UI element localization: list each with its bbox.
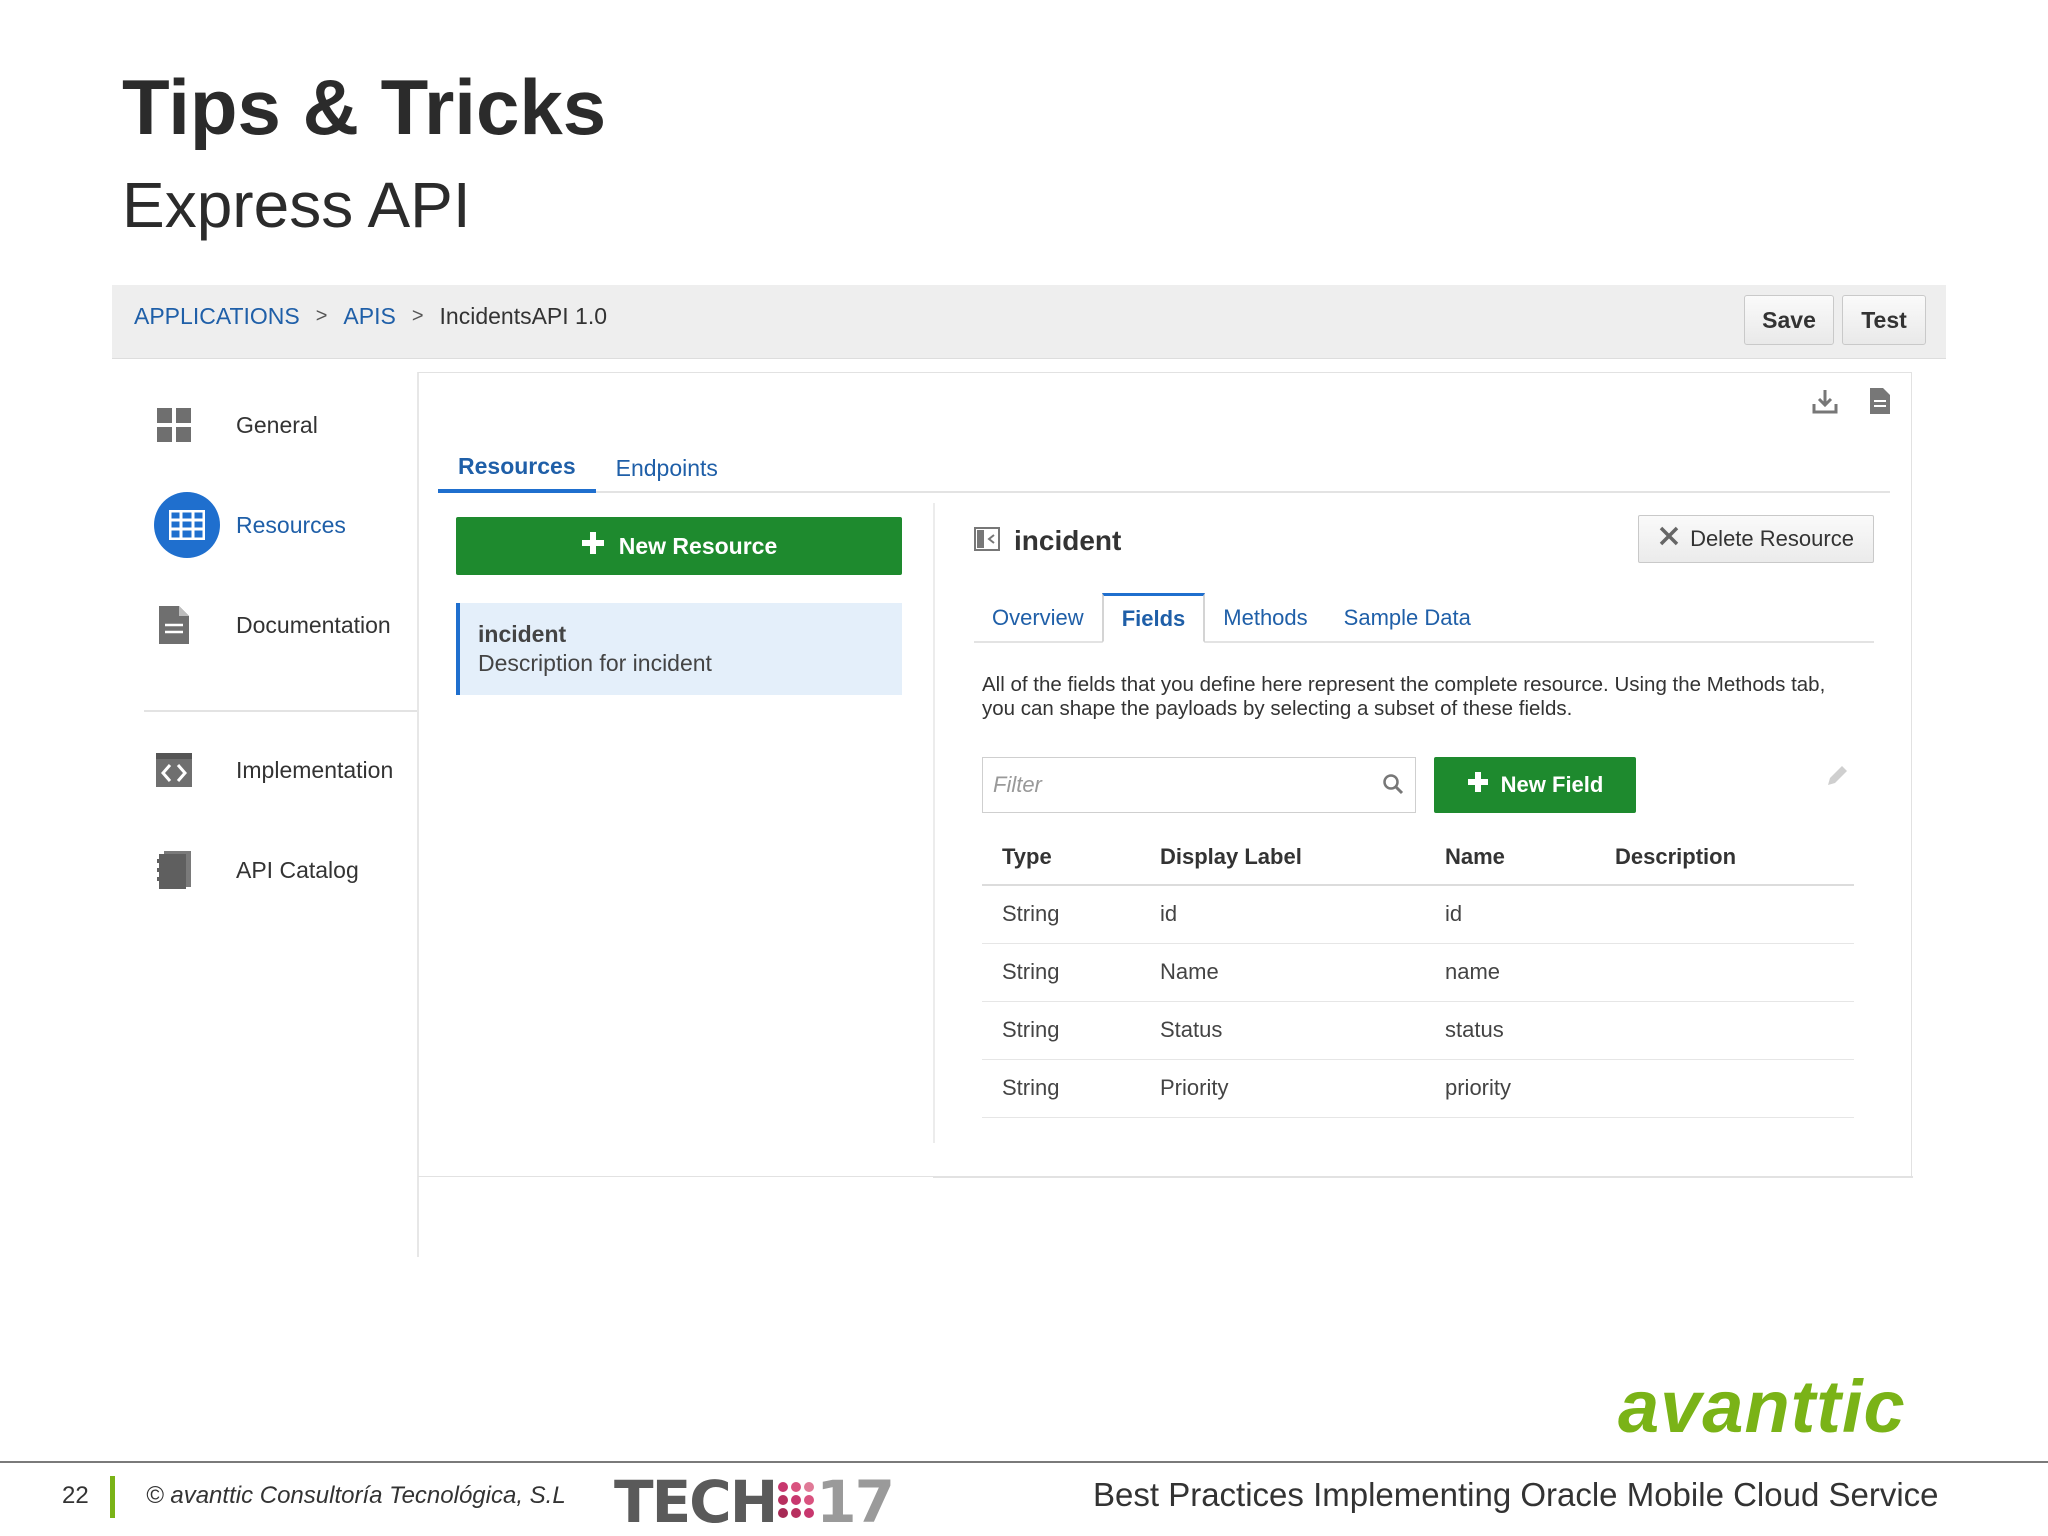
catalog-icon <box>154 850 194 890</box>
column-header-display-label[interactable]: Display Label <box>1140 829 1425 886</box>
table-row[interactable]: String Priority priority <box>982 1059 1854 1118</box>
cell-description <box>1595 943 1854 1002</box>
column-header-name[interactable]: Name <box>1425 829 1595 886</box>
new-resource-button[interactable]: New Resource <box>456 517 902 575</box>
document-icon[interactable] <box>1869 387 1891 420</box>
breadcrumb-separator: > <box>411 305 424 327</box>
slide-title: Tips & Tricks <box>122 63 607 151</box>
resource-description: Description for incident <box>478 650 712 676</box>
new-field-label: New Field <box>1500 772 1604 797</box>
tab-overview[interactable]: Overview <box>974 593 1102 643</box>
breadcrumb-apis-link[interactable]: APIS <box>343 303 395 330</box>
table-header-row: Type Display Label Name Description <box>982 829 1854 886</box>
download-icon[interactable] <box>1811 387 1839 420</box>
cell-type: String <box>982 1059 1140 1118</box>
nav-label: General <box>236 411 318 438</box>
close-icon <box>1658 525 1680 553</box>
breadcrumb-separator: > <box>315 305 328 327</box>
document-icon <box>154 605 194 645</box>
detail-tabs: Overview Fields Methods Sample Data <box>974 593 1874 643</box>
tab-fields[interactable]: Fields <box>1101 593 1206 643</box>
resource-tabs: Resources Endpoints <box>438 443 1890 493</box>
nav-item-implementation[interactable]: Implementation <box>140 735 418 805</box>
filter-input[interactable]: Filter <box>982 757 1416 813</box>
search-icon[interactable] <box>1381 772 1405 802</box>
resource-name: incident <box>478 621 567 647</box>
avanttic-logo: avanttic <box>1618 1365 1906 1448</box>
table-row[interactable]: String Name name <box>982 943 1854 1002</box>
column-header-description[interactable]: Description <box>1595 829 1854 886</box>
cell-display-label: Priority <box>1140 1059 1425 1118</box>
detail-header: incident <box>974 525 1121 557</box>
copyright-text: © avanttic Consultoría Tecnológica, S.L <box>146 1482 566 1509</box>
nav-label: Documentation <box>236 611 391 638</box>
cell-display-label: Name <box>1140 943 1425 1002</box>
tab-sample-data[interactable]: Sample Data <box>1326 593 1489 643</box>
resource-list-item[interactable]: incident Description for incident <box>456 603 902 695</box>
page-number-bar <box>110 1476 115 1518</box>
nav-item-general[interactable]: General <box>140 390 418 460</box>
resource-title: incident <box>1014 525 1122 556</box>
cell-description <box>1595 1059 1854 1118</box>
table-row[interactable]: String Status status <box>982 1001 1854 1060</box>
tab-resources[interactable]: Resources <box>438 443 596 493</box>
cell-display-label: Status <box>1140 1001 1425 1060</box>
table-row[interactable]: String id id <box>982 885 1854 944</box>
cell-name: status <box>1425 1001 1595 1060</box>
cell-type: String <box>982 885 1140 944</box>
plus-icon <box>581 531 605 561</box>
nav-label: Resources <box>236 511 346 538</box>
plus-icon <box>1467 771 1489 799</box>
cell-name: id <box>1425 885 1595 944</box>
panel-divider <box>933 503 935 1143</box>
test-button[interactable]: Test <box>1842 295 1926 345</box>
collapse-panel-icon[interactable] <box>974 526 1000 556</box>
tech-logo-text: TECH <box>614 1468 778 1536</box>
cell-name: name <box>1425 943 1595 1002</box>
main-panel: Resources Endpoints New Resource inciden… <box>418 372 1913 1178</box>
table-icon <box>154 492 220 558</box>
breadcrumb-applications-link[interactable]: APPLICATIONS <box>134 303 300 330</box>
cell-name: priority <box>1425 1059 1595 1118</box>
cell-description <box>1595 1001 1854 1060</box>
detail-bottom-border <box>933 1176 1913 1178</box>
cell-type: String <box>982 943 1140 1002</box>
nav-item-api-catalog[interactable]: API Catalog <box>140 835 418 905</box>
breadcrumb: APPLICATIONS > APIS > IncidentsAPI 1.0 <box>134 303 607 330</box>
breadcrumb-bar: APPLICATIONS > APIS > IncidentsAPI 1.0 S… <box>112 285 1946 359</box>
nav-item-resources[interactable]: Resources <box>140 490 418 560</box>
nav-label: Implementation <box>236 756 394 783</box>
edit-pencil-icon[interactable] <box>1824 763 1850 794</box>
filter-placeholder: Filter <box>993 772 1042 797</box>
tech-logo-year: 17 <box>816 1468 895 1536</box>
column-header-type[interactable]: Type <box>982 829 1140 886</box>
fields-table: Type Display Label Name Description Stri… <box>982 829 1854 1118</box>
new-field-button[interactable]: New Field <box>1434 757 1636 813</box>
cell-type: String <box>982 1001 1140 1060</box>
footer-presentation-title: Best Practices Implementing Oracle Mobil… <box>1093 1476 1939 1513</box>
nav-item-documentation[interactable]: Documentation <box>140 590 418 660</box>
tab-endpoints[interactable]: Endpoints <box>596 443 738 493</box>
nav-divider <box>144 710 418 712</box>
nav-label: API Catalog <box>236 856 359 883</box>
tech17-logo: TECH 17 <box>614 1468 895 1536</box>
save-button[interactable]: Save <box>1744 295 1834 345</box>
new-resource-label: New Resource <box>618 532 778 559</box>
code-icon <box>154 750 194 790</box>
cell-display-label: id <box>1140 885 1425 944</box>
cell-description <box>1595 885 1854 944</box>
fields-description: All of the fields that you define here r… <box>982 673 1826 720</box>
page-number: 22 <box>62 1482 89 1509</box>
delete-resource-label: Delete Resource <box>1690 526 1854 551</box>
tab-methods[interactable]: Methods <box>1205 593 1325 643</box>
grid-icon <box>154 405 194 445</box>
breadcrumb-current: IncidentsAPI 1.0 <box>439 303 608 329</box>
panel-toolbar <box>1811 387 1891 420</box>
delete-resource-button[interactable]: Delete Resource <box>1638 515 1874 563</box>
slide-subtitle: Express API <box>122 169 471 241</box>
footer-divider <box>0 1461 2048 1463</box>
tech-logo-dots-icon <box>776 1480 816 1525</box>
